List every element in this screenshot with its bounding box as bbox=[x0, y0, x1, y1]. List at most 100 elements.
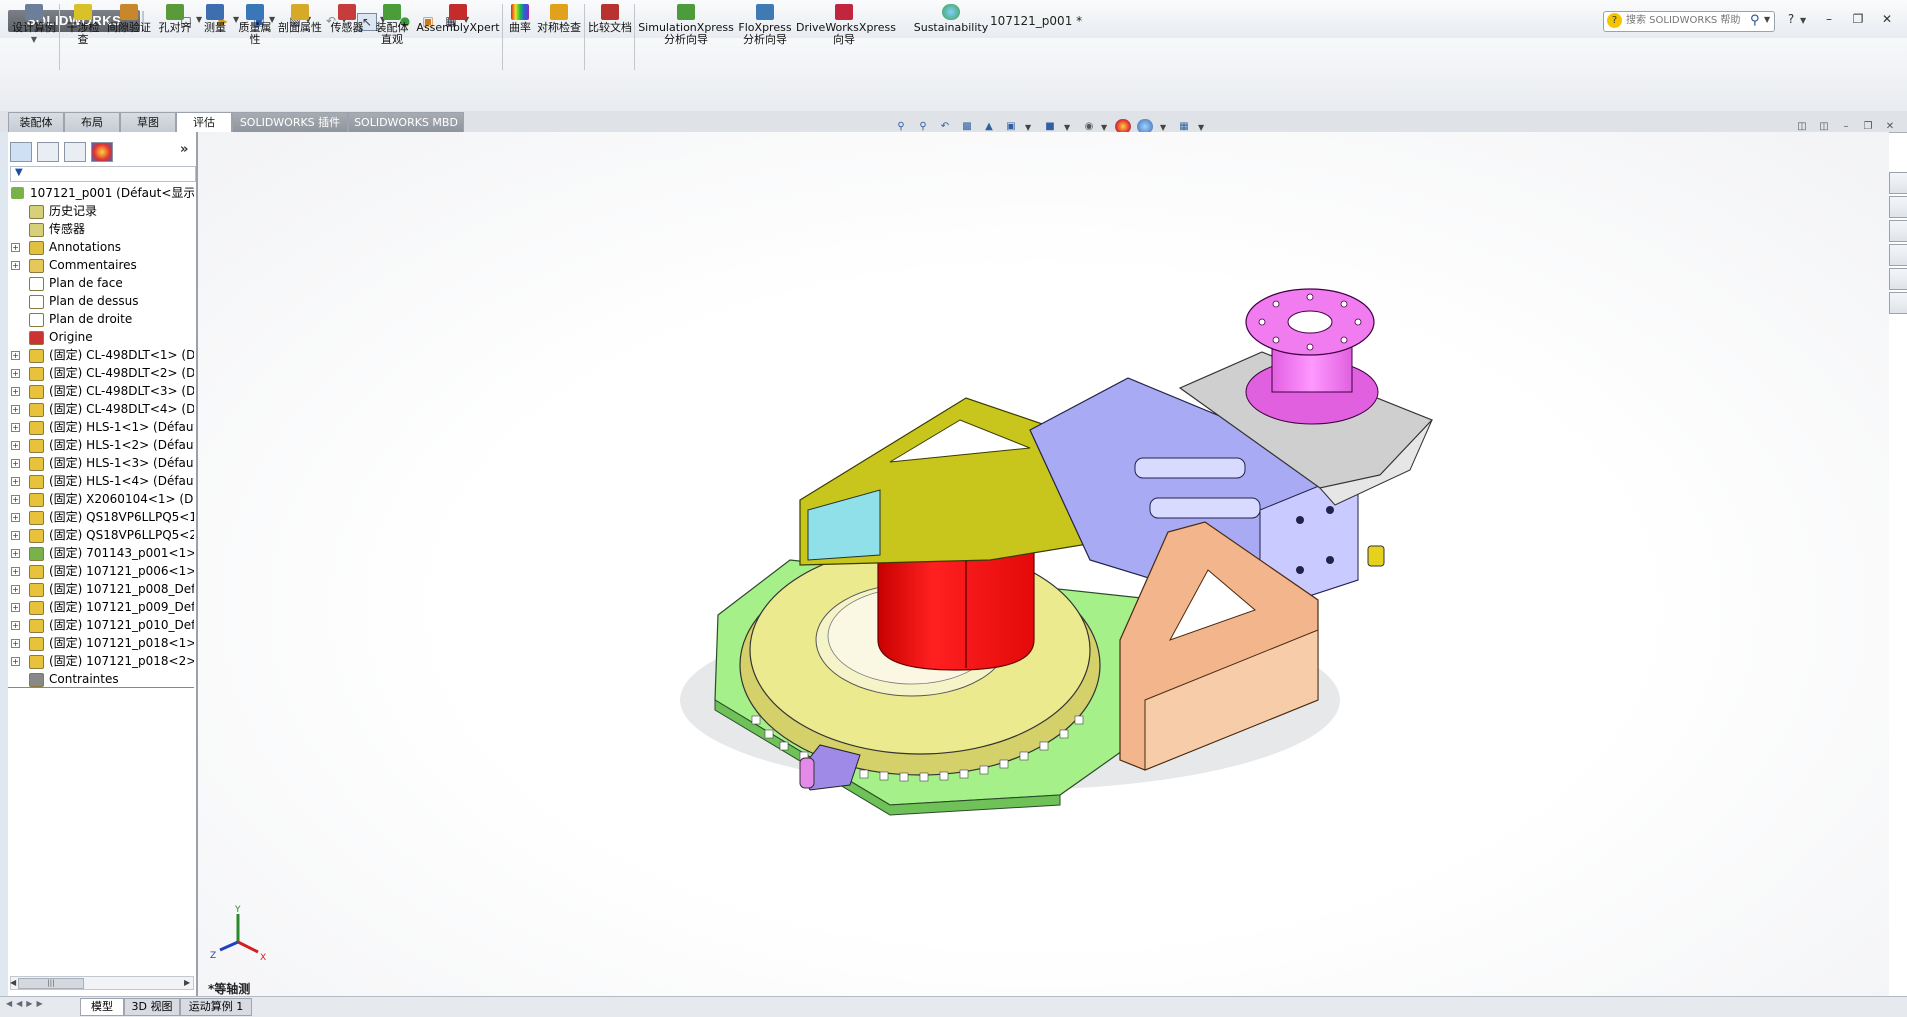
chevron-down-icon[interactable]: ▼ bbox=[10, 34, 58, 46]
displaymanager-tab-icon[interactable] bbox=[91, 142, 113, 162]
tree-item[interactable]: + (固定) X2060104<1> (Déf bbox=[8, 490, 194, 508]
curvature-button[interactable]: 曲率 bbox=[505, 4, 535, 34]
driveworksxpress-button[interactable]: DriveWorksXpress 向导 bbox=[796, 4, 896, 46]
tree-item[interactable]: Plan de face bbox=[8, 274, 194, 292]
file-explorer-icon[interactable] bbox=[1889, 220, 1907, 242]
expand-icon[interactable]: + bbox=[11, 459, 20, 468]
expand-panel-icon[interactable]: » bbox=[180, 142, 188, 157]
tab-sketch[interactable]: 草图 bbox=[120, 112, 176, 132]
minimize-icon[interactable]: – bbox=[1818, 11, 1840, 27]
configurationmanager-tab-icon[interactable] bbox=[64, 142, 86, 162]
tree-item[interactable]: + (固定) 701143_p001<1> ( bbox=[8, 544, 194, 562]
tree-item[interactable]: Plan de dessus bbox=[8, 292, 194, 310]
expand-icon[interactable]: + bbox=[11, 495, 20, 504]
expand-icon[interactable]: + bbox=[11, 441, 20, 450]
interference-check-button[interactable]: 干涉检查 bbox=[62, 4, 104, 46]
chevron-down-icon[interactable]: ▼ bbox=[1800, 16, 1808, 25]
feature-tree-filter[interactable]: ▼ bbox=[10, 166, 196, 182]
tree-item[interactable]: Plan de droite bbox=[8, 310, 194, 328]
tab-solidworks-mbd[interactable]: SOLIDWORKS MBD bbox=[348, 112, 464, 132]
chevron-down-icon[interactable]: ▼ bbox=[1198, 123, 1206, 132]
mass-properties-button[interactable]: 质量属性 bbox=[234, 4, 276, 46]
expand-icon[interactable]: + bbox=[11, 405, 20, 414]
help-menu-icon[interactable]: ? bbox=[1780, 11, 1802, 27]
tree-item[interactable]: Origine bbox=[8, 328, 194, 346]
chevron-down-icon[interactable]: ▼ bbox=[1764, 15, 1770, 24]
tree-item[interactable]: + (固定) CL-498DLT<2> (Dé bbox=[8, 364, 194, 382]
tree-item[interactable]: + (固定) CL-498DLT<4> (Dé bbox=[8, 400, 194, 418]
tab-3d-views[interactable]: 3D 视图 bbox=[124, 998, 180, 1016]
tree-item[interactable]: + (固定) 107121_p018<1> ( bbox=[8, 634, 194, 652]
restore-icon[interactable]: ❐ bbox=[1847, 11, 1869, 27]
floxpress-button[interactable]: FloXpress 分析向导 bbox=[735, 4, 795, 46]
expand-icon[interactable]: + bbox=[11, 549, 20, 558]
measure-button[interactable]: 测量 bbox=[198, 4, 232, 34]
hole-alignment-button[interactable]: 孔对齐 bbox=[154, 4, 196, 34]
section-properties-button[interactable]: 剖面属性 bbox=[278, 4, 322, 34]
expand-icon[interactable]: + bbox=[11, 423, 20, 432]
scrollbar-thumb[interactable]: ||| bbox=[18, 978, 84, 989]
scroll-left-icon[interactable]: ◀ bbox=[10, 978, 16, 987]
tree-item[interactable]: 传感器 bbox=[8, 220, 194, 238]
tree-item[interactable]: + (固定) HLS-1<1> (Défaut< bbox=[8, 418, 194, 436]
scroll-right-icon[interactable]: ▶ bbox=[184, 978, 190, 987]
tree-item[interactable]: + (固定) 107121_p009_Defa bbox=[8, 598, 194, 616]
tab-evaluate[interactable]: 评估 bbox=[176, 112, 232, 132]
tree-item[interactable]: + (固定) HLS-1<3> (Défaut< bbox=[8, 454, 194, 472]
chevron-down-icon[interactable]: ▼ bbox=[1160, 123, 1168, 132]
expand-icon[interactable]: + bbox=[11, 387, 20, 396]
compare-documents-button[interactable]: 比较文档 bbox=[588, 4, 632, 34]
propertymanager-tab-icon[interactable] bbox=[37, 142, 59, 162]
design-study-button[interactable]: 设计算例 ▼ bbox=[10, 4, 58, 46]
expand-icon[interactable]: + bbox=[11, 603, 20, 612]
expand-icon[interactable]: + bbox=[11, 585, 20, 594]
tree-item[interactable]: + (固定) QS18VP6LLPQ5<1> bbox=[8, 508, 194, 526]
tree-item[interactable]: 历史记录 bbox=[8, 202, 194, 220]
tab-navigation-icon[interactable]: ◀◀▶▶ bbox=[6, 999, 47, 1008]
expand-icon[interactable]: + bbox=[11, 657, 20, 666]
expand-icon[interactable]: + bbox=[11, 513, 20, 522]
tree-item[interactable]: Contraintes bbox=[8, 670, 194, 688]
tab-layout[interactable]: 布局 bbox=[64, 112, 120, 132]
help-search-input[interactable] bbox=[1626, 13, 1744, 28]
tree-item[interactable]: + (固定) 107121_p010_Defa bbox=[8, 616, 194, 634]
tree-item[interactable]: + (固定) 107121_p006<1> ( bbox=[8, 562, 194, 580]
appearances-icon[interactable] bbox=[1889, 268, 1907, 290]
design-library-icon[interactable] bbox=[1889, 196, 1907, 218]
tree-item[interactable]: + Annotations bbox=[8, 238, 194, 256]
chevron-down-icon[interactable]: ▼ bbox=[1025, 123, 1033, 132]
tree-item[interactable]: + (固定) 107121_p008_Defa bbox=[8, 580, 194, 598]
help-search-box[interactable]: ? ⚲ ▼ bbox=[1603, 11, 1775, 32]
assemblyxpert-button[interactable]: AssemblyXpert bbox=[416, 4, 500, 34]
expand-icon[interactable]: + bbox=[11, 567, 20, 576]
tree-item[interactable]: + (固定) QS18VP6LLPQ5<2> bbox=[8, 526, 194, 544]
tree-item[interactable]: + (固定) HLS-1<4> (Défaut< bbox=[8, 472, 194, 490]
tab-solidworks-addins[interactable]: SOLIDWORKS 插件 bbox=[232, 112, 348, 132]
view-palette-icon[interactable] bbox=[1889, 244, 1907, 266]
assembly-visualization-button[interactable]: 装配体直观 bbox=[372, 4, 412, 46]
tree-root[interactable]: 107121_p001 (Défaut<显示状 bbox=[8, 184, 194, 202]
expand-icon[interactable]: + bbox=[11, 477, 20, 486]
clearance-verification-button[interactable]: 间隙验证 bbox=[106, 4, 152, 34]
chevron-down-icon[interactable]: ▼ bbox=[1101, 123, 1109, 132]
tree-item[interactable]: + (固定) 107121_p018<2> ( bbox=[8, 652, 194, 670]
expand-icon[interactable]: + bbox=[11, 261, 20, 270]
solidworks-resources-icon[interactable] bbox=[1889, 172, 1907, 194]
expand-icon[interactable]: + bbox=[11, 351, 20, 360]
expand-icon[interactable]: + bbox=[11, 243, 20, 252]
tree-item[interactable]: + Commentaires bbox=[8, 256, 194, 274]
sustainability-button[interactable]: Sustainability bbox=[906, 4, 996, 34]
custom-properties-icon[interactable] bbox=[1889, 292, 1907, 314]
tab-model[interactable]: 模型 bbox=[80, 998, 124, 1016]
chevron-down-icon[interactable]: ▼ bbox=[1064, 123, 1072, 132]
expand-icon[interactable]: + bbox=[11, 531, 20, 540]
tree-item[interactable]: + (固定) CL-498DLT<1> (Dé bbox=[8, 346, 194, 364]
simulationxpress-button[interactable]: SimulationXpress 分析向导 bbox=[638, 4, 734, 46]
search-icon[interactable]: ⚲ bbox=[1750, 13, 1760, 28]
tree-item[interactable]: + (固定) CL-498DLT<3> (Dé bbox=[8, 382, 194, 400]
expand-icon[interactable]: + bbox=[11, 621, 20, 630]
assembly-3d-model[interactable] bbox=[198, 132, 1889, 996]
sensor-button[interactable]: 传感器 bbox=[324, 4, 370, 34]
symmetry-check-button[interactable]: 对称检查 bbox=[537, 4, 581, 34]
tab-motion-study[interactable]: 运动算例 1 bbox=[180, 998, 252, 1016]
